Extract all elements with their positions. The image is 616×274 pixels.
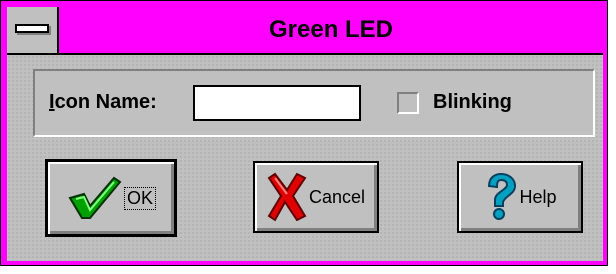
blinking-label[interactable]: Blinking [433, 91, 512, 114]
system-menu-icon [15, 24, 49, 33]
dialog-window: Green LED Icon Name: Blinking OK Cancel [0, 0, 608, 266]
cancel-button[interactable]: Cancel [253, 161, 379, 233]
properties-group: Icon Name: Blinking [33, 69, 595, 137]
dialog-client-area: Icon Name: Blinking OK Cancel Help [7, 55, 603, 261]
checkmark-icon [68, 176, 122, 219]
blinking-checkbox[interactable] [397, 92, 419, 114]
cancel-label: Cancel [308, 186, 366, 207]
icon-name-input[interactable] [193, 85, 361, 121]
icon-name-label-text: con Name: [54, 91, 157, 113]
x-icon [267, 172, 307, 222]
icon-name-label: Icon Name: [49, 91, 157, 114]
ok-label: OK [123, 186, 156, 210]
ok-button[interactable]: OK [45, 159, 177, 237]
title-bar[interactable]: Green LED [7, 7, 603, 55]
help-label: Help [519, 186, 557, 207]
help-button[interactable]: Help [457, 161, 583, 233]
system-menu-button[interactable] [7, 7, 59, 53]
question-mark-icon [488, 172, 517, 220]
window-title: Green LED [268, 16, 394, 43]
